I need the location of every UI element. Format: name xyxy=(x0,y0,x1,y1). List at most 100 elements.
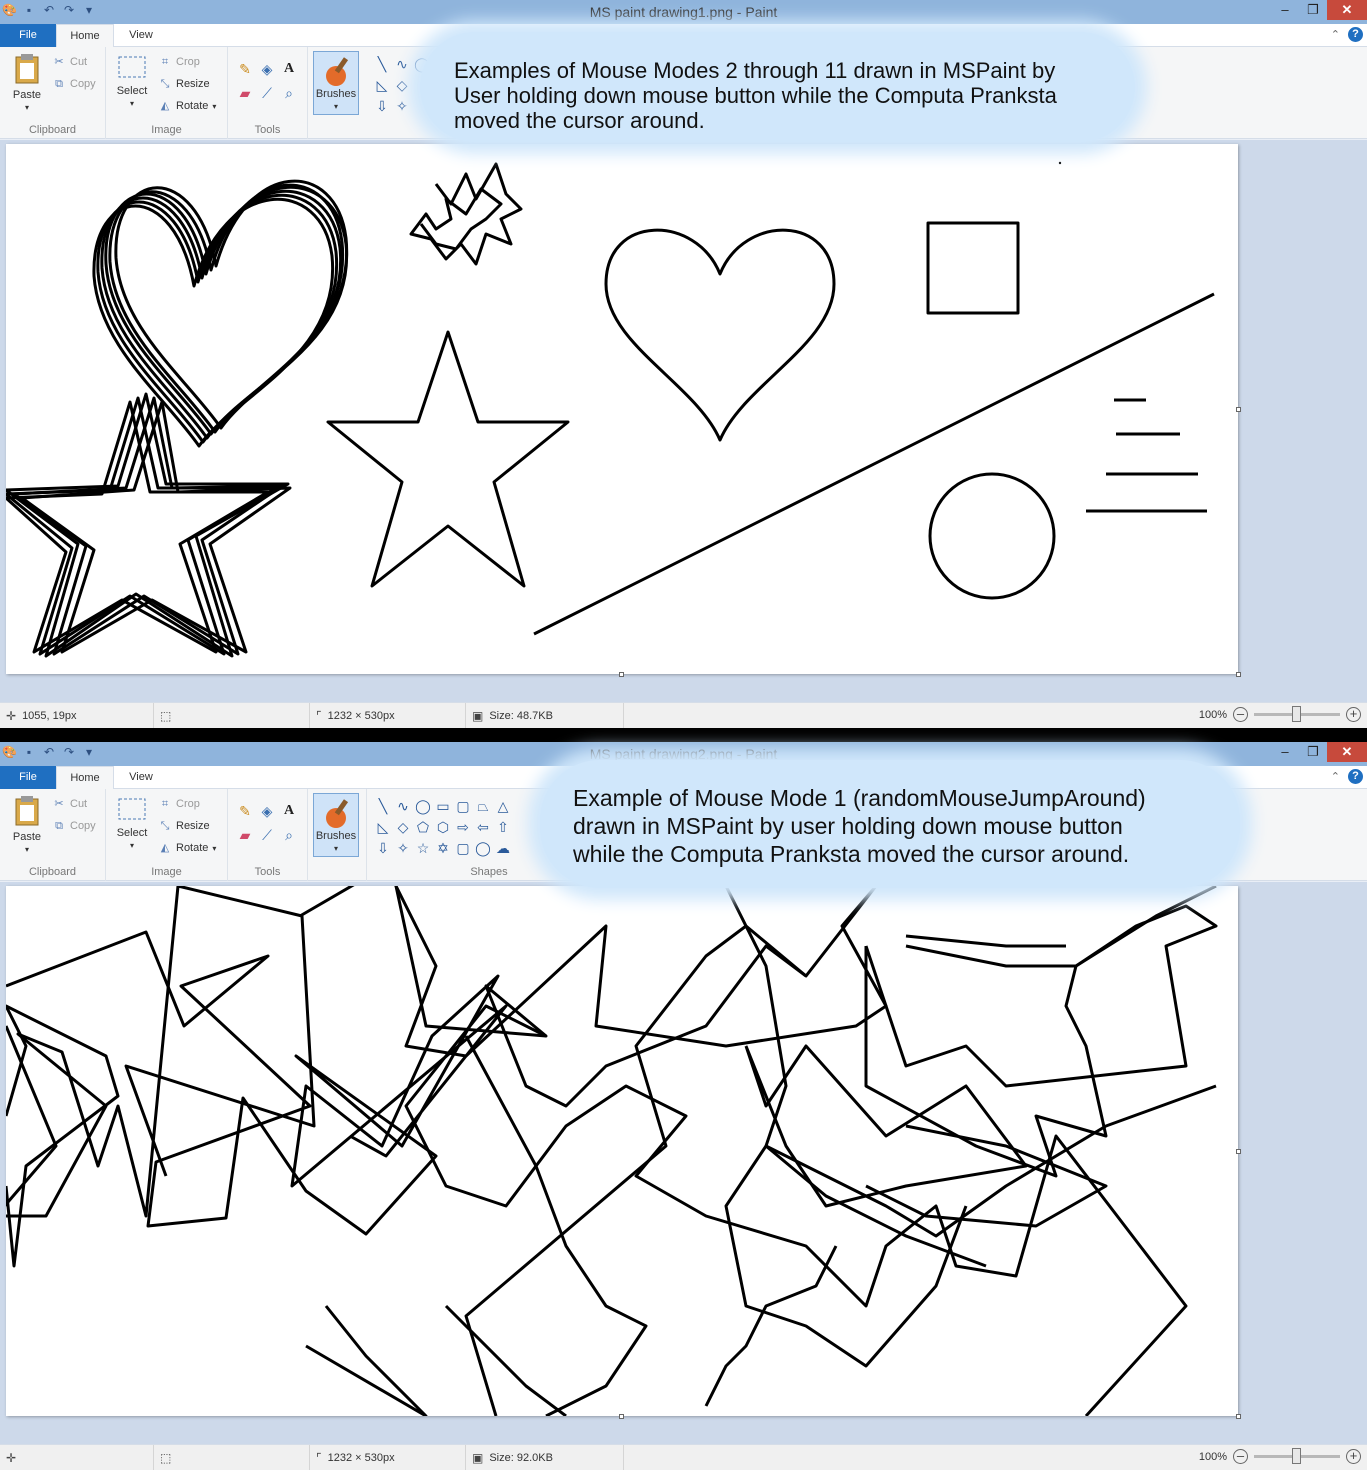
eraser-icon[interactable]: ▰ xyxy=(234,827,256,843)
fill-icon[interactable]: ◈ xyxy=(256,61,278,77)
magnifier-icon[interactable]: ⌕ xyxy=(278,85,300,101)
title-bar: 🎨 ▪ ↶ ↷ ▾ MS paint drawing1.png - Paint … xyxy=(0,0,1367,24)
copy-button[interactable]: ⧉ Copy xyxy=(52,77,96,91)
tab-view[interactable]: View xyxy=(114,766,168,789)
zoom-slider-thumb[interactable] xyxy=(1292,706,1301,722)
resize-handle-bottom[interactable] xyxy=(619,672,624,677)
left-arrow-shape-icon[interactable]: ⇦ xyxy=(473,818,493,836)
zoom-in-icon[interactable]: + xyxy=(1346,1449,1361,1464)
canvas-drawing-1 xyxy=(6,161,1215,658)
magnifier-icon[interactable]: ⌕ xyxy=(278,827,300,843)
callout-line: Example of Mouse Mode 1 (randomMouseJump… xyxy=(573,785,1146,811)
copy-button[interactable]: ⧉ Copy xyxy=(52,819,96,833)
resize-handle-corner[interactable] xyxy=(1236,672,1241,677)
zoom-out-icon[interactable]: – xyxy=(1233,707,1248,722)
zoom-slider[interactable] xyxy=(1254,706,1340,722)
down-arrow-shape-icon[interactable]: ⇩ xyxy=(372,97,392,115)
color-picker-icon[interactable]: ⟋ xyxy=(256,827,278,843)
polygon-shape-icon[interactable]: ⏢ xyxy=(473,797,493,815)
tab-file[interactable]: File xyxy=(0,766,56,789)
text-icon[interactable]: A xyxy=(278,803,300,819)
zoom-slider[interactable] xyxy=(1254,1448,1340,1464)
rectangle-shape-icon[interactable]: ▭ xyxy=(433,797,453,815)
tab-file[interactable]: File xyxy=(0,24,56,47)
minimize-button[interactable]: – xyxy=(1271,742,1299,762)
oval-callout-icon[interactable]: ◯ xyxy=(473,839,493,857)
triangle-shape-icon[interactable]: △ xyxy=(493,797,513,815)
tab-home[interactable]: Home xyxy=(56,24,114,47)
paste-button[interactable]: Paste ▾ xyxy=(8,53,46,113)
diamond-shape-icon[interactable]: ◇ xyxy=(392,76,412,94)
rounded-rectangle-shape-icon[interactable]: ▢ xyxy=(453,797,473,815)
cloud-callout-icon[interactable]: ☁ xyxy=(493,839,513,857)
file-size: ▣ Size: 48.7KB xyxy=(466,703,624,728)
close-button[interactable]: ✕ xyxy=(1327,0,1367,20)
curve-shape-icon[interactable]: ∿ xyxy=(393,797,413,815)
four-point-star-icon[interactable]: ✧ xyxy=(392,97,412,115)
drawing-canvas[interactable] xyxy=(6,144,1241,677)
collapse-ribbon-icon[interactable]: ⌃ xyxy=(1331,28,1340,41)
resize-button[interactable]: ⤡ Resize xyxy=(158,77,210,91)
right-triangle-shape-icon[interactable]: ◺ xyxy=(372,76,392,94)
zoom-slider-thumb[interactable] xyxy=(1292,1448,1301,1464)
pentagon-shape-icon[interactable]: ⬠ xyxy=(413,818,433,836)
right-arrow-shape-icon[interactable]: ⇨ xyxy=(453,818,473,836)
five-point-star-icon[interactable]: ☆ xyxy=(413,839,433,857)
curve-shape-icon[interactable]: ∿ xyxy=(392,55,412,73)
rotate-button[interactable]: ◭ Rotate ▾ xyxy=(158,99,217,113)
crop-button[interactable]: ⌗ Crop xyxy=(158,797,200,811)
tab-view[interactable]: View xyxy=(114,24,168,47)
pencil-icon[interactable]: ✎ xyxy=(234,61,256,77)
eraser-icon[interactable]: ▰ xyxy=(234,85,256,101)
help-icon[interactable]: ? xyxy=(1348,27,1363,42)
select-button[interactable]: Select ▾ xyxy=(114,55,150,109)
tab-home[interactable]: Home xyxy=(56,766,114,789)
image-group: Select ▾ ⌗ Crop ⤡ Resize ◭ Rotate ▾ Image xyxy=(106,47,228,139)
line-shape-icon[interactable]: ╲ xyxy=(373,797,393,815)
shapes-gallery[interactable]: ╲ ∿ ◯ ▭ ▢ ⏢ △ ◺ ◇ ⬠ ⬡ ⇨ ⇦ ⇧ ⇩ ✧ ☆ ✡ ▢ ◯ xyxy=(373,797,513,857)
selection-size-icon: ⬚ xyxy=(160,1451,172,1465)
collapse-ribbon-icon[interactable]: ⌃ xyxy=(1331,770,1340,783)
line-shape-icon[interactable]: ╲ xyxy=(372,55,392,73)
cut-button[interactable]: ✂ Cut xyxy=(52,55,87,69)
rounded-callout-icon[interactable]: ▢ xyxy=(453,839,473,857)
color-picker-icon[interactable]: ⟋ xyxy=(256,85,278,101)
text-icon[interactable]: A xyxy=(278,61,300,77)
fill-icon[interactable]: ◈ xyxy=(256,803,278,819)
brush-icon xyxy=(326,57,349,86)
resize-handle-bottom[interactable] xyxy=(619,1414,624,1419)
close-button[interactable]: ✕ xyxy=(1327,742,1367,762)
zoom-in-icon[interactable]: + xyxy=(1346,707,1361,722)
six-point-star-icon[interactable]: ✡ xyxy=(433,839,453,857)
help-icon[interactable]: ? xyxy=(1348,769,1363,784)
down-arrow-shape-icon[interactable]: ⇩ xyxy=(373,839,393,857)
status-bar: ✛ 1055, 19px ⬚ ⌜ 1232 × 530px ▣ Size: 48.7K… xyxy=(0,702,1367,728)
four-point-star-icon[interactable]: ✧ xyxy=(393,839,413,857)
oval-shape-icon[interactable]: ◯ xyxy=(413,797,433,815)
hexagon-shape-icon[interactable]: ⬡ xyxy=(433,818,453,836)
rotate-button[interactable]: ◭ Rotate ▾ xyxy=(158,841,217,855)
cut-button[interactable]: ✂ Cut xyxy=(52,797,87,811)
group-label: Clipboard xyxy=(28,124,77,136)
crop-button[interactable]: ⌗ Crop xyxy=(158,55,200,69)
paste-button[interactable]: Paste ▾ xyxy=(8,795,46,855)
minimize-button[interactable]: – xyxy=(1271,0,1299,20)
resize-handle-right[interactable] xyxy=(1236,407,1241,412)
brushes-button[interactable]: Brushes ▾ xyxy=(313,51,359,115)
canvas-size: ⌜ 1232 × 530px xyxy=(310,703,466,728)
resize-handle-right[interactable] xyxy=(1236,1149,1241,1154)
drawing-canvas[interactable] xyxy=(6,886,1241,1419)
selection-size-icon: ⬚ xyxy=(160,709,172,723)
brushes-button[interactable]: Brushes ▾ xyxy=(313,793,359,857)
resize-button[interactable]: ⤡ Resize xyxy=(158,819,210,833)
canvas-area xyxy=(0,140,1367,702)
resize-handle-corner[interactable] xyxy=(1236,1414,1241,1419)
restore-button[interactable]: ❐ xyxy=(1299,742,1327,762)
zoom-out-icon[interactable]: – xyxy=(1233,1449,1248,1464)
pencil-icon[interactable]: ✎ xyxy=(234,803,256,819)
diamond-shape-icon[interactable]: ◇ xyxy=(393,818,413,836)
up-arrow-shape-icon[interactable]: ⇧ xyxy=(493,818,513,836)
select-button[interactable]: Select ▾ xyxy=(114,797,150,851)
restore-button[interactable]: ❐ xyxy=(1299,0,1327,20)
right-triangle-shape-icon[interactable]: ◺ xyxy=(373,818,393,836)
